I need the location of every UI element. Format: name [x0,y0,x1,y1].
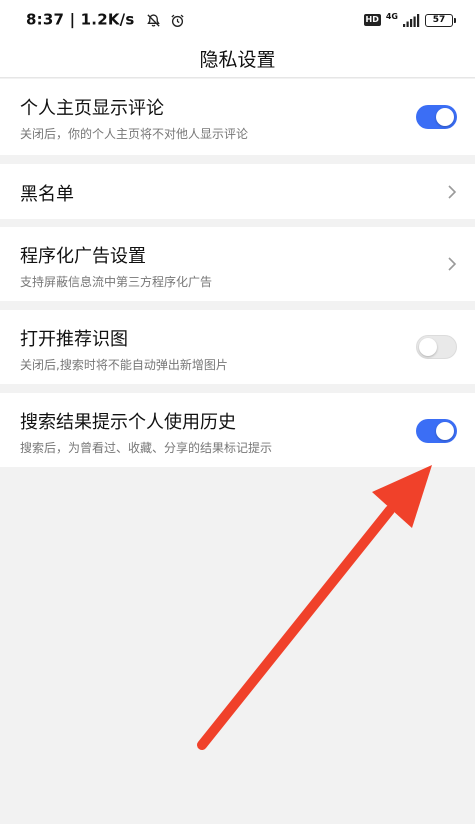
setting-title: 搜索结果提示个人使用历史 [20,412,236,433]
status-bar: 8:37 | 1.2K/s HD 4G 57 [0,0,475,40]
setting-title: 个人主页显示评论 [20,98,164,119]
status-icons-left [146,11,185,29]
status-time: 8:37 [26,10,65,29]
chevron-right-icon [448,185,457,199]
status-right: HD 4G 57 [363,11,456,29]
status-left: 8:37 | 1.2K/s [26,10,185,29]
page-title: 隐私设置 [199,49,276,71]
setting-title: 打开推荐识图 [20,329,128,350]
recommend-image-toggle[interactable] [416,335,457,359]
alarm-icon [171,14,184,27]
setting-description: 搜索后，为曾看过、收藏、分享的结果标记提示 [20,441,273,455]
setting-blacklist[interactable]: 黑名单 [0,164,475,219]
signal-bars-icon [403,13,420,27]
toggle-knob [436,108,454,126]
setting-description: 关闭后，你的个人主页将不对他人显示评论 [20,127,249,141]
status-net-speed: 1.2K/s [80,10,135,29]
search-history-toggle[interactable] [416,419,457,443]
network-label: 4G [385,12,398,21]
battery-level: 57 [432,15,446,25]
bell-slash-icon [147,13,160,27]
setting-show-comments[interactable]: 个人主页显示评论 关闭后，你的个人主页将不对他人显示评论 [0,79,475,155]
hd-badge: HD [363,14,381,26]
show-comments-toggle[interactable] [416,105,457,129]
status-separator: | [69,10,81,29]
setting-search-history[interactable]: 搜索结果提示个人使用历史 搜索后，为曾看过、收藏、分享的结果标记提示 [0,393,475,467]
toggle-knob [436,422,454,440]
setting-title: 黑名单 [20,184,74,205]
setting-recommend-image[interactable]: 打开推荐识图 关闭后,搜索时将不能自动弹出新增图片 [0,310,475,384]
chevron-right-icon [448,257,457,271]
nav-bar: 隐私设置 [0,40,475,78]
battery-icon: 57 [425,13,456,27]
toggle-knob [419,338,437,356]
setting-title: 程序化广告设置 [20,246,146,267]
setting-description: 关闭后,搜索时将不能自动弹出新增图片 [20,358,228,372]
setting-programmatic-ads[interactable]: 程序化广告设置 支持屏蔽信息流中第三方程序化广告 [0,227,475,301]
setting-description: 支持屏蔽信息流中第三方程序化广告 [20,275,213,289]
